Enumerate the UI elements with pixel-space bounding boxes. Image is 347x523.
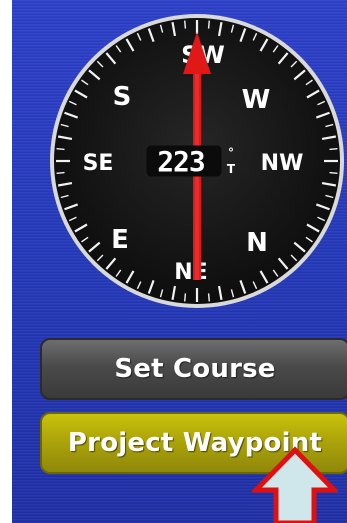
- compass-tick: [184, 293, 187, 302]
- compass-tick: [207, 293, 210, 302]
- direction-label-nw: NW: [261, 151, 304, 176]
- compass-tick: [56, 148, 65, 151]
- compass-tick: [329, 148, 338, 151]
- compass-tick: [329, 171, 338, 174]
- direction-label-se: SE: [83, 151, 114, 176]
- compass-tick: [56, 171, 65, 174]
- direction-label-n: N: [246, 228, 268, 258]
- heading-reference-label: T: [227, 162, 236, 176]
- direction-label-s: S: [113, 82, 132, 112]
- heading-degree-symbol: °: [228, 146, 234, 160]
- annotation-up-arrow-icon: [252, 446, 338, 523]
- compass-tick: [184, 20, 187, 29]
- device-screen: W NW N NE E SE S SW 223 ° T Set Cour: [12, 0, 347, 523]
- direction-label-e: E: [111, 225, 129, 255]
- heading-value: 223: [157, 145, 205, 178]
- direction-label-ne: NE: [174, 260, 207, 285]
- compass-tick: [207, 20, 210, 29]
- compass-dial: W NW N NE E SE S SW 223 ° T: [50, 14, 344, 308]
- direction-label-w: W: [242, 85, 271, 115]
- compass: W NW N NE E SE S SW 223 ° T: [46, 10, 347, 312]
- set-course-button[interactable]: Set Course: [40, 338, 347, 400]
